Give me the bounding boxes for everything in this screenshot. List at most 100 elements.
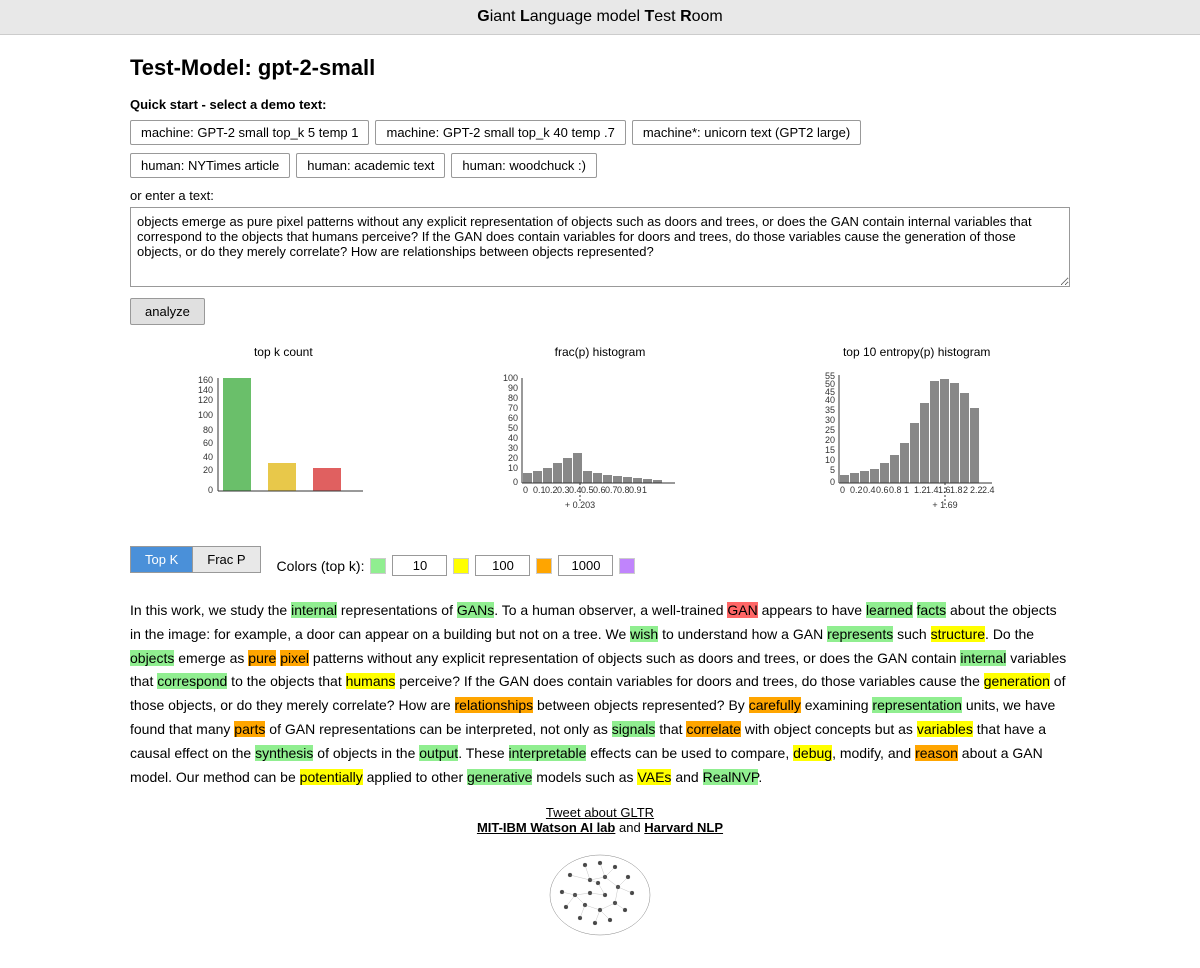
harvard-nlp-link[interactable]: Harvard NLP	[644, 820, 723, 835]
hl-gans: GANs	[457, 602, 494, 618]
svg-text:0.2: 0.2	[850, 485, 863, 495]
svg-text:1.4: 1.4	[926, 485, 939, 495]
hl-learned: learned	[866, 602, 913, 618]
hl-synthesis: synthesis	[255, 745, 313, 761]
hl-generative: generative	[467, 769, 532, 785]
hl-pixel: pixel	[280, 650, 309, 666]
app-header: Giant Language model Test Room	[0, 0, 1200, 35]
svg-text:70: 70	[508, 403, 518, 413]
demo-btn-0[interactable]: machine: GPT-2 small top_k 5 temp 1	[130, 120, 369, 145]
svg-text:30: 30	[825, 415, 835, 425]
svg-text:0: 0	[830, 477, 835, 487]
footer-and: and	[619, 820, 644, 835]
svg-text:0.3: 0.3	[557, 485, 570, 495]
hl-correlate: correlate	[686, 721, 740, 737]
hl-vaes: VAEs	[637, 769, 671, 785]
svg-text:10: 10	[825, 455, 835, 465]
svg-text:0.4: 0.4	[863, 485, 876, 495]
tab-topk[interactable]: Top K	[131, 547, 193, 572]
hl-realnvp: RealNVP	[703, 769, 759, 785]
svg-text:0.7: 0.7	[605, 485, 618, 495]
color-input-10[interactable]	[392, 555, 447, 576]
svg-text:0: 0	[523, 485, 528, 495]
entropy-chart-title: top 10 entropy(p) histogram	[763, 345, 1070, 359]
svg-text:0.8: 0.8	[617, 485, 630, 495]
svg-text:2.4: 2.4	[982, 485, 995, 495]
fracp-chart-svg: 100 90 80 70 60 50 40 30 20 10 0	[490, 363, 710, 536]
svg-text:80: 80	[508, 393, 518, 403]
color-input-100[interactable]	[475, 555, 530, 576]
svg-text:0.6: 0.6	[593, 485, 606, 495]
footer-links: Tweet about GLTR MIT-IBM Watson AI lab a…	[130, 805, 1070, 835]
svg-text:5: 5	[830, 465, 835, 475]
mit-ibm-link[interactable]: MIT-IBM Watson AI lab	[477, 820, 615, 835]
hl-objects: objects	[130, 650, 174, 666]
main-content: Test-Model: gpt-2-small Quick start - se…	[110, 35, 1090, 968]
analyzed-text-area: In this work, we study the internal repr…	[130, 599, 1070, 789]
hl-parts: parts	[234, 721, 265, 737]
svg-text:40: 40	[508, 433, 518, 443]
svg-text:20: 20	[508, 453, 518, 463]
svg-text:90: 90	[508, 383, 518, 393]
hl-carefully: carefully	[749, 697, 801, 713]
header-title: Giant Language model Test Room	[477, 8, 723, 25]
hl-generation: generation	[984, 673, 1050, 689]
svg-text:30: 30	[508, 443, 518, 453]
topk-chart-svg: 160 140 120 100 80 60 40 20 0	[183, 363, 383, 526]
or-enter-label: or enter a text:	[130, 188, 1070, 203]
hl-reason: reason	[915, 745, 958, 761]
svg-text:140: 140	[198, 385, 213, 395]
neural-net-logo	[540, 845, 660, 945]
hl-output: output	[419, 745, 458, 761]
svg-text:50: 50	[508, 423, 518, 433]
logo-area	[130, 845, 1070, 948]
svg-text:0.4: 0.4	[569, 485, 582, 495]
svg-text:100: 100	[503, 373, 518, 383]
svg-text:2.2: 2.2	[970, 485, 983, 495]
hl-structure: structure	[931, 626, 985, 642]
svg-text:1.2: 1.2	[914, 485, 927, 495]
svg-text:60: 60	[508, 413, 518, 423]
colors-area: Colors (top k):	[277, 555, 636, 576]
svg-text:0: 0	[840, 485, 845, 495]
analyze-button[interactable]: analyze	[130, 298, 205, 325]
swatch-yellow	[453, 558, 469, 574]
hl-variables: variables	[917, 721, 973, 737]
svg-text:0.9: 0.9	[629, 485, 642, 495]
svg-text:80: 80	[203, 425, 213, 435]
svg-text:35: 35	[825, 405, 835, 415]
svg-text:1.6: 1.6	[938, 485, 951, 495]
demo-btn-3[interactable]: human: NYTimes article	[130, 153, 290, 178]
svg-text:0: 0	[208, 485, 213, 495]
svg-text:10: 10	[508, 463, 518, 473]
svg-text:0.2: 0.2	[545, 485, 558, 495]
hl-humans: humans	[346, 673, 396, 689]
quickstart-label: Quick start - select a demo text:	[130, 97, 1070, 112]
charts-area: top k count 160 140 120 100 80 60 40 20 …	[130, 345, 1070, 536]
color-input-1000[interactable]	[558, 555, 613, 576]
demo-btn-4[interactable]: human: academic text	[296, 153, 445, 178]
swatch-green	[370, 558, 386, 574]
tab-colors-row: Top K Frac P Colors (top k):	[130, 546, 1070, 585]
entropy-chart-svg: 55 50 45 40 35 30 25 20 15 10 5 0	[807, 363, 1027, 536]
demo-btn-5[interactable]: human: woodchuck :)	[451, 153, 597, 178]
demo-btn-2[interactable]: machine*: unicorn text (GPT2 large)	[632, 120, 861, 145]
swatch-purple	[619, 558, 635, 574]
svg-text:20: 20	[825, 435, 835, 445]
svg-text:2: 2	[963, 485, 968, 495]
topk-chart: top k count 160 140 120 100 80 60 40 20 …	[130, 345, 437, 536]
svg-text:0: 0	[513, 477, 518, 487]
tab-fracp[interactable]: Frac P	[193, 547, 259, 572]
tab-bar: Top K Frac P	[130, 546, 261, 573]
fracp-chart-title: frac(p) histogram	[447, 345, 754, 359]
hl-correspond: correspond	[157, 673, 227, 689]
tweet-link[interactable]: Tweet about GLTR	[546, 805, 654, 820]
hl-gan1: GAN	[727, 602, 757, 618]
hl-internal2: internal	[960, 650, 1006, 666]
svg-text:15: 15	[825, 445, 835, 455]
swatch-orange	[536, 558, 552, 574]
text-input[interactable]: objects emerge as pure pixel patterns wi…	[130, 207, 1070, 287]
svg-text:25: 25	[825, 425, 835, 435]
svg-text:1: 1	[904, 485, 909, 495]
demo-btn-1[interactable]: machine: GPT-2 small top_k 40 temp .7	[375, 120, 625, 145]
